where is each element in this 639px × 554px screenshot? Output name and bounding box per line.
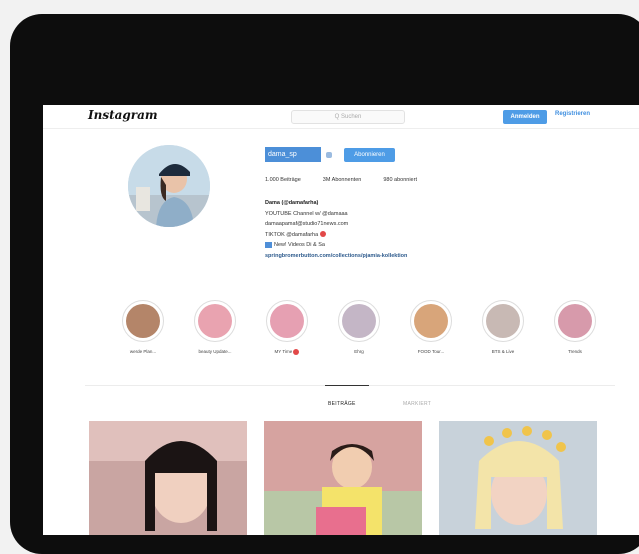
profile-stats: 1.000 Beiträge 3M Abonnenten 980 abonnie… bbox=[265, 177, 417, 183]
post-thumbnail[interactable] bbox=[439, 421, 597, 535]
follow-button[interactable]: Abonnieren bbox=[344, 148, 395, 162]
followers-count[interactable]: 3M Abonnenten bbox=[323, 177, 362, 183]
heart-icon bbox=[293, 349, 300, 355]
story-highlights: werde Plan... beauty Update... MY Time E… bbox=[113, 300, 633, 360]
highlight-ring bbox=[410, 300, 452, 342]
highlight-ring bbox=[338, 300, 380, 342]
highlight-label: MY Time bbox=[257, 349, 317, 355]
profile-photo bbox=[128, 145, 210, 227]
active-tab-indicator bbox=[325, 385, 369, 386]
highlight-item[interactable]: BTS & Live bbox=[473, 300, 533, 354]
profile-bio: Dama (@damafarha) YOUTUBE Channel w/ @da… bbox=[265, 198, 407, 261]
highlight-cover bbox=[342, 304, 376, 338]
highlight-cover bbox=[486, 304, 520, 338]
post-image bbox=[439, 421, 597, 535]
bio-line: YOUTUBE Channel w/ @damaaa bbox=[265, 210, 348, 217]
highlight-cover bbox=[270, 304, 304, 338]
profile-username: dama_sp bbox=[265, 147, 321, 162]
top-nav-bar: Instagram Q Suchen Anmelden Registrieren bbox=[43, 105, 639, 129]
bio-line-text: TIKTOK @damafarha bbox=[265, 231, 319, 238]
highlight-label-text: MY Time bbox=[274, 349, 293, 355]
highlight-label: beauty Update... bbox=[198, 349, 232, 354]
post-thumbnail[interactable] bbox=[264, 421, 422, 535]
highlight-ring bbox=[554, 300, 596, 342]
instagram-logo[interactable]: Instagram bbox=[88, 108, 158, 122]
highlight-label: BTS & Live bbox=[491, 349, 515, 354]
following-count[interactable]: 980 abonniert bbox=[383, 177, 417, 183]
profile-tabs: BEITRÄGE MARKIERT bbox=[85, 385, 615, 420]
instagram-profile-page: Instagram Q Suchen Anmelden Registrieren… bbox=[43, 105, 639, 535]
highlight-ring bbox=[122, 300, 164, 342]
bio-line-text: New! Videos Di & Sa bbox=[274, 242, 325, 248]
highlight-label: Ehrg bbox=[354, 349, 364, 354]
highlight-item[interactable]: werde Plan... bbox=[113, 300, 173, 354]
highlight-cover bbox=[198, 304, 232, 338]
highlight-item[interactable]: MY Time bbox=[257, 300, 317, 355]
highlight-item[interactable]: Ehrg bbox=[329, 300, 389, 354]
bio-website-link[interactable]: springbromerbutton.com/collections/pjami… bbox=[265, 251, 407, 262]
tab-posts[interactable]: BEITRÄGE bbox=[328, 401, 356, 407]
bio-display-name: Dama (@damafarha) bbox=[265, 200, 319, 206]
highlight-item[interactable]: FOOD Tour... bbox=[401, 300, 461, 354]
posts-count: 1.000 Beiträge bbox=[265, 177, 301, 183]
bio-line: TIKTOK @damafarha bbox=[265, 230, 407, 241]
profile-avatar[interactable] bbox=[128, 145, 210, 227]
tab-tagged[interactable]: MARKIERT bbox=[403, 401, 431, 407]
login-button[interactable]: Anmelden bbox=[503, 110, 547, 124]
tiktok-icon bbox=[319, 231, 326, 238]
signup-link[interactable]: Registrieren bbox=[555, 111, 590, 117]
highlight-cover bbox=[414, 304, 448, 338]
post-image bbox=[89, 421, 247, 535]
highlight-ring bbox=[266, 300, 308, 342]
bio-line: New! Videos Di & Sa bbox=[265, 240, 407, 251]
highlight-label: FOOD Tour... bbox=[417, 349, 445, 354]
search-input[interactable]: Q Suchen bbox=[291, 110, 405, 124]
highlight-label: werde Plan... bbox=[129, 349, 157, 354]
highlight-cover bbox=[558, 304, 592, 338]
tablet-device: Instagram Q Suchen Anmelden Registrieren… bbox=[10, 14, 639, 554]
bio-line: damaapamaf@studio71news.com bbox=[265, 221, 349, 227]
post-image bbox=[264, 421, 422, 535]
highlight-cover bbox=[126, 304, 160, 338]
verified-badge-icon bbox=[326, 152, 332, 158]
new-tag-icon bbox=[265, 241, 272, 248]
highlight-item[interactable]: beauty Update... bbox=[185, 300, 245, 354]
posts-grid bbox=[89, 421, 619, 535]
highlight-label: Trends bbox=[568, 349, 582, 354]
highlight-item[interactable]: Trends bbox=[545, 300, 605, 354]
post-thumbnail[interactable] bbox=[89, 421, 247, 535]
highlight-ring bbox=[482, 300, 524, 342]
highlight-ring bbox=[194, 300, 236, 342]
